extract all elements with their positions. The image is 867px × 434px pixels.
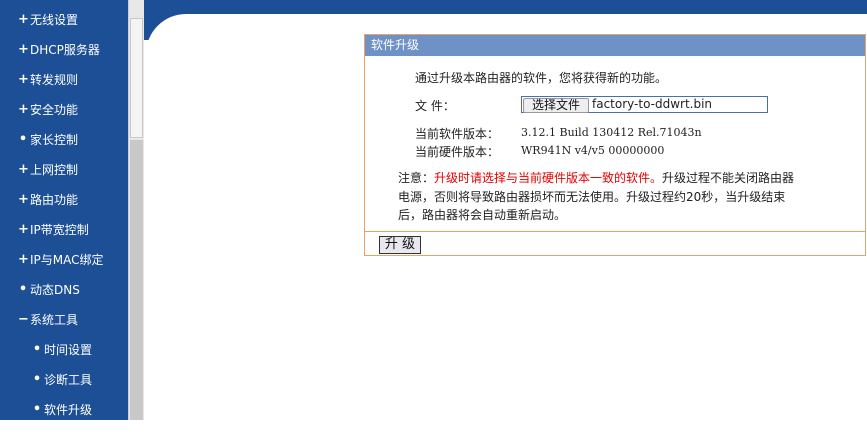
upgrade-button[interactable]: 升 级 bbox=[379, 236, 421, 254]
sidebar-item-dhcp[interactable]: + DHCP服务器 bbox=[0, 38, 128, 62]
sidebar-item-label: IP与MAC绑定 bbox=[30, 253, 104, 267]
expand-icon: + bbox=[18, 42, 29, 57]
sidebar-menu: + 无线设置 + DHCP服务器 + 转发规则 + 安全功能 • 家长控制 + 上网控制 +… bbox=[0, 0, 128, 420]
firmware-upgrade-panel: 软件升级 通过升级本路由器的软件，您将获得新的功能。 文 件： 选择文件 fac… bbox=[364, 34, 866, 256]
bullet-icon: • bbox=[32, 372, 42, 387]
software-version-value: 3.12.1 Build 130412 Rel.71043n bbox=[521, 126, 702, 139]
sidebar-item-routing[interactable]: + 路由功能 bbox=[0, 188, 128, 212]
expand-icon: + bbox=[18, 192, 29, 207]
note-line-1: 注意：升级时请选择与当前硬件版本一致的软件。升级过程不能关闭路由器 bbox=[398, 169, 794, 186]
sidebar-item-forwarding[interactable]: + 转发规则 bbox=[0, 68, 128, 92]
selected-file-name: factory-to-ddwrt.bin bbox=[592, 97, 713, 111]
note-line-3: 后，路由器将会自动重新启动。 bbox=[398, 208, 567, 222]
scrollbar-thumb[interactable] bbox=[130, 18, 143, 138]
sidebar-item-access-control[interactable]: + 上网控制 bbox=[0, 158, 128, 182]
collapse-icon: − bbox=[18, 312, 29, 327]
note-rest: 升级过程不能关闭路由器 bbox=[662, 171, 795, 185]
sidebar-item-label: 诊断工具 bbox=[44, 373, 93, 387]
sidebar-item-label: 动态DNS bbox=[30, 283, 80, 297]
sidebar-item-label: 安全功能 bbox=[30, 103, 79, 117]
sidebar-item-ddns[interactable]: • 动态DNS bbox=[0, 278, 128, 302]
choose-file-button[interactable]: 选择文件 bbox=[523, 98, 590, 113]
sidebar-item-firmware-upgrade[interactable]: • 软件升级 bbox=[0, 398, 128, 422]
intro-text: 通过升级本路由器的软件，您将获得新的功能。 bbox=[415, 71, 668, 85]
sidebar-item-label: 无线设置 bbox=[30, 13, 79, 27]
bullet-icon: • bbox=[32, 402, 42, 417]
sidebar-item-wireless[interactable]: + 无线设置 bbox=[0, 8, 128, 32]
sidebar-item-label: 路由功能 bbox=[30, 193, 79, 207]
sidebar-item-label: IP带宽控制 bbox=[30, 223, 89, 237]
note-line-2: 电源，否则将导致路由器损坏而无法使用。升级过程约20秒，当升级结束 bbox=[398, 190, 786, 204]
sidebar-item-system-tools[interactable]: − 系统工具 bbox=[0, 308, 128, 332]
file-input[interactable]: 选择文件 factory-to-ddwrt.bin bbox=[521, 96, 768, 113]
software-version-label: 当前软件版本： bbox=[415, 127, 500, 141]
hardware-version-label: 当前硬件版本： bbox=[415, 145, 500, 159]
sidebar-item-security[interactable]: + 安全功能 bbox=[0, 98, 128, 122]
note-warning: 升级时请选择与当前硬件版本一致的软件。 bbox=[434, 171, 663, 185]
sidebar-item-label: 系统工具 bbox=[30, 313, 79, 327]
sidebar-item-diagnostics[interactable]: • 诊断工具 bbox=[0, 368, 128, 392]
sidebar-item-parental-control[interactable]: • 家长控制 bbox=[0, 128, 128, 152]
expand-icon: + bbox=[18, 72, 29, 87]
sidebar-item-time-settings[interactable]: • 时间设置 bbox=[0, 338, 128, 362]
panel-divider bbox=[365, 231, 865, 232]
sidebar-item-label: DHCP服务器 bbox=[30, 43, 100, 57]
sidebar-item-label: 上网控制 bbox=[30, 163, 79, 177]
file-label: 文 件： bbox=[415, 99, 455, 113]
expand-icon: + bbox=[18, 12, 29, 27]
expand-icon: + bbox=[18, 252, 29, 267]
scrollbar-track[interactable] bbox=[130, 140, 143, 420]
sidebar-item-label: 转发规则 bbox=[30, 73, 79, 87]
expand-icon: + bbox=[18, 222, 29, 237]
sidebar-item-ip-mac-binding[interactable]: + IP与MAC绑定 bbox=[0, 248, 128, 272]
expand-icon: + bbox=[18, 162, 29, 177]
expand-icon: + bbox=[18, 102, 29, 117]
sidebar-scrollbar[interactable] bbox=[128, 0, 144, 420]
sidebar-item-bandwidth[interactable]: + IP带宽控制 bbox=[0, 218, 128, 242]
bullet-icon: • bbox=[18, 282, 28, 297]
sidebar-item-label: 软件升级 bbox=[44, 403, 93, 417]
sidebar-item-label: 家长控制 bbox=[30, 133, 79, 147]
bullet-icon: • bbox=[32, 342, 42, 357]
note-prefix: 注意： bbox=[398, 171, 435, 185]
bullet-icon: • bbox=[18, 132, 28, 147]
hardware-version-value: WR941N v4/v5 00000000 bbox=[521, 144, 665, 157]
panel-title: 软件升级 bbox=[365, 35, 865, 56]
sidebar-item-label: 时间设置 bbox=[44, 343, 93, 357]
